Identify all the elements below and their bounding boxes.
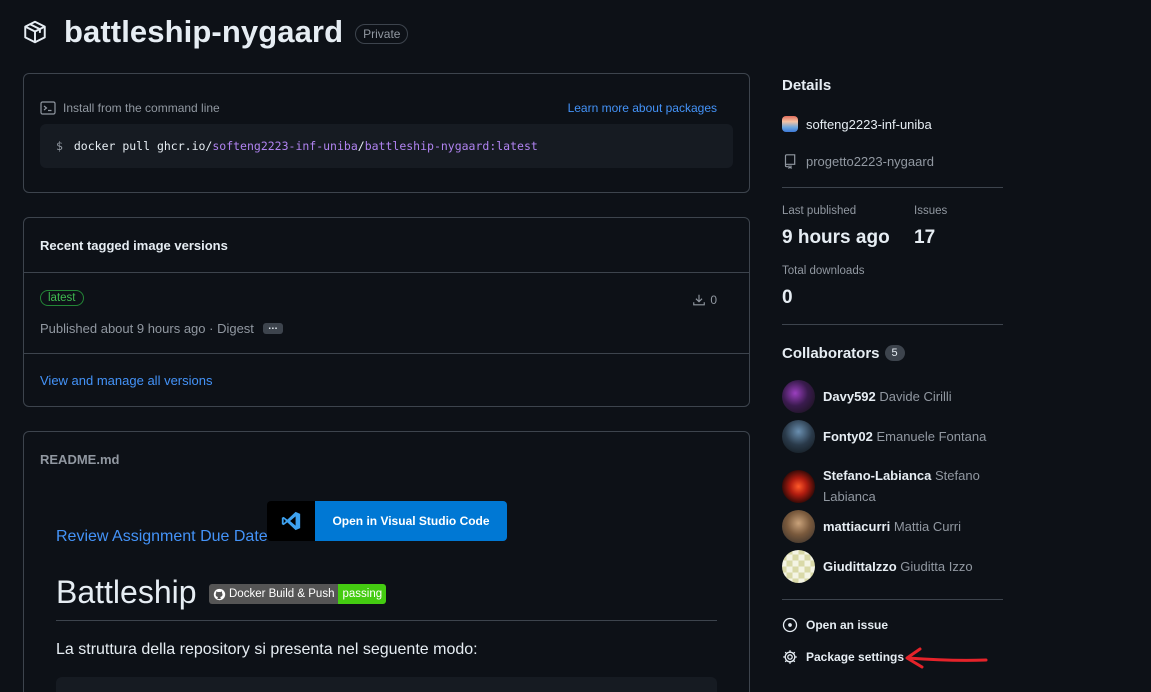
- versions-box: Recent tagged image versions latest 0 Pu…: [23, 217, 750, 407]
- collaborator-name: Emanuele Fontana: [876, 429, 987, 444]
- version-download-count: 0: [710, 293, 717, 307]
- avatar: [782, 550, 815, 583]
- vscode-icon: [281, 511, 301, 531]
- open-issue-link[interactable]: Open an issue: [782, 617, 888, 633]
- collaborators-heading: Collaborators 5: [782, 345, 905, 362]
- version-published: Published about 9 hours ago · Digest: [40, 321, 254, 336]
- org-avatar: [782, 116, 798, 132]
- open-issue-label: Open an issue: [806, 618, 889, 632]
- last-published-label: Last published: [782, 205, 857, 217]
- readme-paragraph: La struttura della repository si present…: [56, 641, 478, 658]
- collaborators-title: Collaborators: [782, 345, 880, 362]
- collaborator-item[interactable]: GiudittaIzzo Giuditta Izzo: [782, 550, 1003, 583]
- install-box: Install from the command line Learn more…: [23, 73, 750, 193]
- total-downloads-label: Total downloads: [782, 265, 865, 277]
- readme-filename: README.md: [40, 452, 120, 467]
- open-in-vscode-button[interactable]: Open in Visual Studio Code: [267, 501, 507, 541]
- learn-more-link[interactable]: Learn more about packages: [568, 101, 717, 115]
- repo-link[interactable]: progetto2223-nygaard: [782, 153, 934, 169]
- readme-box: README.md Review Assignment Due Date Ope…: [23, 431, 750, 692]
- page-header: battleship-nygaard Private: [22, 14, 409, 50]
- collaborator-item[interactable]: Davy592 Davide Cirilli: [782, 380, 1003, 413]
- cmd-image: battleship-nygaard:latest: [364, 139, 538, 153]
- version-row: latest 0 Published about 9 hours ago · D…: [24, 273, 749, 354]
- version-tag[interactable]: latest: [40, 290, 84, 306]
- collaborator-item[interactable]: Stefano-Labianca Stefano Labianca: [782, 465, 1003, 507]
- annotation-arrow-icon: [905, 647, 988, 669]
- versions-heading: Recent tagged image versions: [24, 218, 749, 273]
- review-assignment-link[interactable]: Review Assignment Due Date: [56, 528, 268, 546]
- download-icon: [693, 294, 706, 306]
- issues-value: 17: [914, 227, 936, 248]
- build-badge-status: passing: [338, 584, 387, 604]
- heading-divider: [56, 620, 717, 621]
- github-icon: [213, 588, 226, 600]
- collaborator-login: Stefano-Labianca: [823, 468, 932, 483]
- cmd-org: softeng2223-inf-uniba: [212, 139, 358, 153]
- issue-opened-icon: [782, 617, 798, 633]
- collaborator-login: Fonty02: [823, 429, 873, 444]
- details-heading: Details: [782, 77, 832, 94]
- build-badge-label: Docker Build & Push: [229, 588, 335, 600]
- terminal-icon: [40, 101, 56, 115]
- issues-label: Issues: [914, 205, 948, 217]
- open-in-vscode-label: Open in Visual Studio Code: [315, 501, 507, 541]
- total-downloads-value: 0: [782, 287, 793, 308]
- collaborator-login: mattiacurri: [823, 519, 891, 534]
- collaborator-item[interactable]: Fonty02 Emanuele Fontana: [782, 420, 1003, 453]
- org-link[interactable]: softeng2223-inf-uniba: [782, 116, 932, 132]
- readme-heading: Battleship: [56, 574, 197, 610]
- install-label: Install from the command line: [63, 101, 220, 115]
- cmd-sep: /: [357, 139, 365, 153]
- view-all-versions-link[interactable]: View and manage all versions: [40, 373, 212, 388]
- collaborator-name: Giuditta Izzo: [900, 559, 973, 574]
- build-status-badge[interactable]: Docker Build & Push passing: [209, 584, 387, 604]
- org-name: softeng2223-inf-uniba: [806, 116, 932, 132]
- cmd-prefix: docker pull ghcr.io/: [73, 139, 213, 153]
- avatar: [782, 510, 815, 543]
- readme-code-block: [56, 677, 717, 692]
- collaborators-count: 5: [884, 345, 905, 361]
- page-title: battleship-nygaard: [64, 14, 344, 49]
- divider: [782, 187, 1003, 188]
- repo-name: progetto2223-nygaard: [806, 153, 934, 169]
- repo-icon: [784, 154, 796, 169]
- gear-icon: [783, 650, 797, 664]
- docker-pull-command[interactable]: $ docker pull ghcr.io/softeng2223-inf-un…: [40, 124, 733, 168]
- avatar: [782, 469, 815, 503]
- package-icon: [24, 20, 46, 44]
- package-settings-link[interactable]: Package settings: [782, 649, 904, 665]
- visibility-badge: Private: [355, 24, 409, 44]
- collaborator-name: Davide Cirilli: [879, 389, 952, 404]
- prompt-symbol: $: [56, 139, 63, 153]
- last-published-value: 9 hours ago: [782, 227, 890, 248]
- avatar: [782, 420, 815, 453]
- collaborator-item[interactable]: mattiacurri Mattia Curri: [782, 510, 1003, 543]
- digest-expand-button[interactable]: …: [262, 322, 283, 334]
- package-settings-label: Package settings: [806, 650, 905, 664]
- avatar: [782, 380, 815, 413]
- collaborator-login: Davy592: [823, 389, 876, 404]
- collaborator-login: GiudittaIzzo: [823, 559, 897, 574]
- divider: [782, 324, 1003, 325]
- collaborator-name: Mattia Curri: [893, 519, 962, 534]
- divider: [782, 599, 1003, 600]
- version-downloads: 0: [692, 293, 717, 307]
